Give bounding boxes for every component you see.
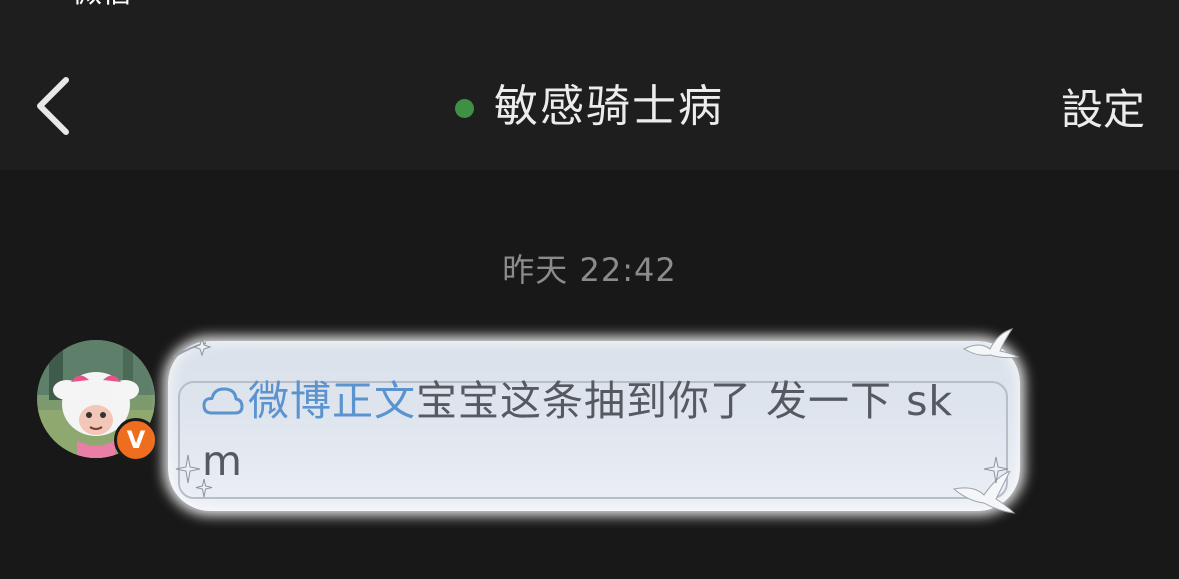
conversation-title: 敏感骑士病 bbox=[494, 81, 724, 132]
chat-screen: 微信 敏感骑士病 設定 昨天 22:42 bbox=[0, 0, 1179, 579]
online-status-dot bbox=[455, 98, 474, 118]
sparkle-icon bbox=[173, 337, 212, 358]
nav-bar: 微信 敏感骑士病 設定 bbox=[0, 0, 1179, 170]
weibo-post-link-label: 微博正文 bbox=[248, 377, 416, 425]
weibo-post-link[interactable]: 微博正文 bbox=[202, 377, 416, 425]
sparkle-icon bbox=[984, 456, 1009, 484]
message-text: 微博正文宝宝这条抽到你了 发一下 skm bbox=[202, 371, 972, 491]
status-bar-text: 微信 bbox=[72, 0, 132, 8]
cloud-icon bbox=[202, 387, 244, 415]
message-timestamp: 昨天 22:42 bbox=[502, 251, 677, 289]
message-bubble[interactable]: 微博正文宝宝这条抽到你了 发一下 skm bbox=[168, 328, 1020, 514]
settings-button[interactable]: 設定 bbox=[1061, 80, 1145, 140]
status-bar: 微信 bbox=[0, 0, 1179, 12]
conversation-title-area: 敏感骑士病 bbox=[0, 72, 1179, 142]
bird-icon bbox=[962, 328, 1020, 359]
sparkle-icon bbox=[176, 454, 213, 498]
verified-badge: V bbox=[114, 418, 158, 462]
